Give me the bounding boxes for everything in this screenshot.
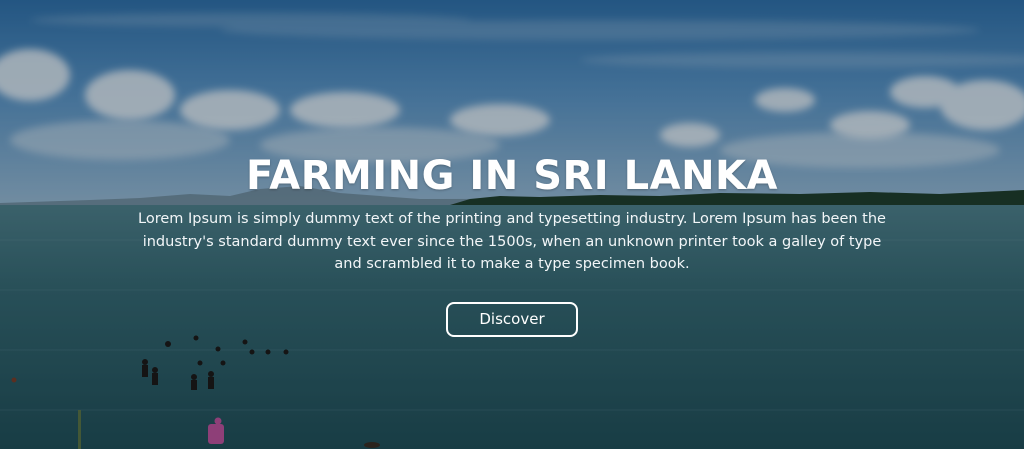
hero-title: FARMING IN SRI LANKA bbox=[246, 153, 778, 199]
hero-banner: FARMING IN SRI LANKA Lorem Ipsum is simp… bbox=[0, 0, 1024, 449]
discover-button[interactable]: Discover bbox=[446, 301, 578, 337]
hero-content: FARMING IN SRI LANKA Lorem Ipsum is simp… bbox=[0, 150, 1024, 337]
hero-description: Lorem Ipsum is simply dummy text of the … bbox=[138, 211, 886, 272]
